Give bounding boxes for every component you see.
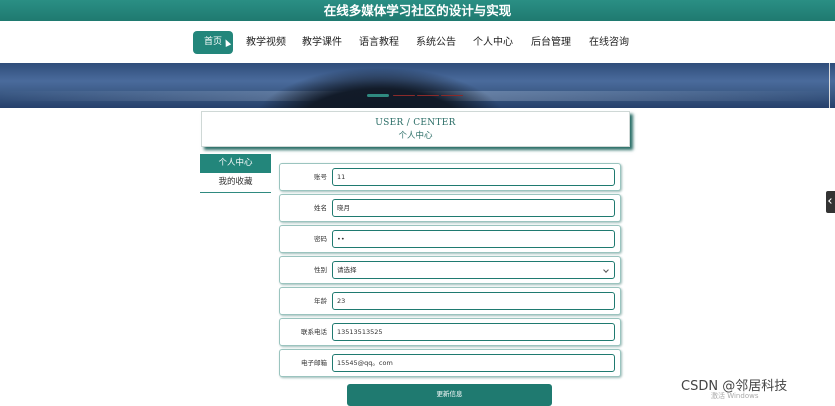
nav-online-consult[interactable]: 在线咨询 <box>587 31 631 54</box>
page-title-en: USER / CENTER <box>375 118 456 128</box>
password-label: 密码 <box>314 235 327 243</box>
sidebar-menu: 个人中心 我的收藏 <box>200 154 271 193</box>
phone-input[interactable]: 13513513525 <box>332 323 615 341</box>
nav-teaching-videos[interactable]: 教学视频 <box>244 31 288 54</box>
email-input[interactable]: 15545@qq。com <box>332 354 615 372</box>
banner-island <box>250 67 510 108</box>
gender-label: 性别 <box>314 266 327 274</box>
carousel-dot[interactable] <box>441 95 463 96</box>
page-title-box: USER / CENTER 个人中心 <box>201 111 630 147</box>
side-toggle-handle[interactable] <box>826 191 835 213</box>
page-title-cn: 个人中心 <box>398 131 433 141</box>
form-row-account: 账号 11 <box>279 163 621 191</box>
phone-label: 联系电话 <box>301 328 327 336</box>
nav-admin[interactable]: 后台管理 <box>529 31 573 54</box>
scrollbar-track[interactable] <box>829 63 830 108</box>
age-input[interactable]: 23 <box>332 292 615 310</box>
carousel-dot[interactable] <box>393 95 415 96</box>
password-input[interactable]: •• <box>332 230 615 248</box>
account-input[interactable]: 11 <box>332 168 615 186</box>
app-title-bar: 在线多媒体学习社区的设计与实现 <box>0 0 835 21</box>
nav-language-tutorials[interactable]: 语言教程 <box>357 31 401 54</box>
chevron-left-icon <box>828 198 834 204</box>
form-row-email: 电子邮箱 15545@qq。com <box>279 349 621 377</box>
form-row-password: 密码 •• <box>279 225 621 253</box>
form-row-name: 姓名 晓月 <box>279 194 621 222</box>
nav-personal-center[interactable]: 个人中心 <box>471 31 515 54</box>
nav-teaching-courseware[interactable]: 教学课件 <box>300 31 344 54</box>
form-row-age: 年龄 23 <box>279 287 621 315</box>
windows-activation-watermark: 激活 Windows <box>711 392 759 400</box>
form-row-phone: 联系电话 13513513525 <box>279 318 621 346</box>
carousel-dot[interactable] <box>417 95 439 96</box>
carousel-dot-active[interactable] <box>367 94 389 97</box>
gender-select-value: 请选择 <box>337 266 357 274</box>
chevron-down-icon <box>603 267 609 273</box>
gender-select[interactable]: 请选择 <box>332 261 615 279</box>
sidebar-item-personal-center[interactable]: 个人中心 <box>200 154 271 173</box>
name-label: 姓名 <box>314 204 327 212</box>
name-input[interactable]: 晓月 <box>332 199 615 217</box>
age-label: 年龄 <box>314 297 327 305</box>
app-title: 在线多媒体学习社区的设计与实现 <box>323 3 512 18</box>
sidebar-item-favorites[interactable]: 我的收藏 <box>200 173 271 193</box>
form-row-gender: 性别 请选择 <box>279 256 621 284</box>
email-label: 电子邮箱 <box>301 359 327 367</box>
account-label: 账号 <box>314 173 327 181</box>
main-nav: 首页 教学视频 教学课件 语言教程 系统公告 个人中心 后台管理 在线咨询 <box>0 21 835 63</box>
banner-image <box>0 63 835 108</box>
nav-announcements[interactable]: 系统公告 <box>414 31 458 54</box>
